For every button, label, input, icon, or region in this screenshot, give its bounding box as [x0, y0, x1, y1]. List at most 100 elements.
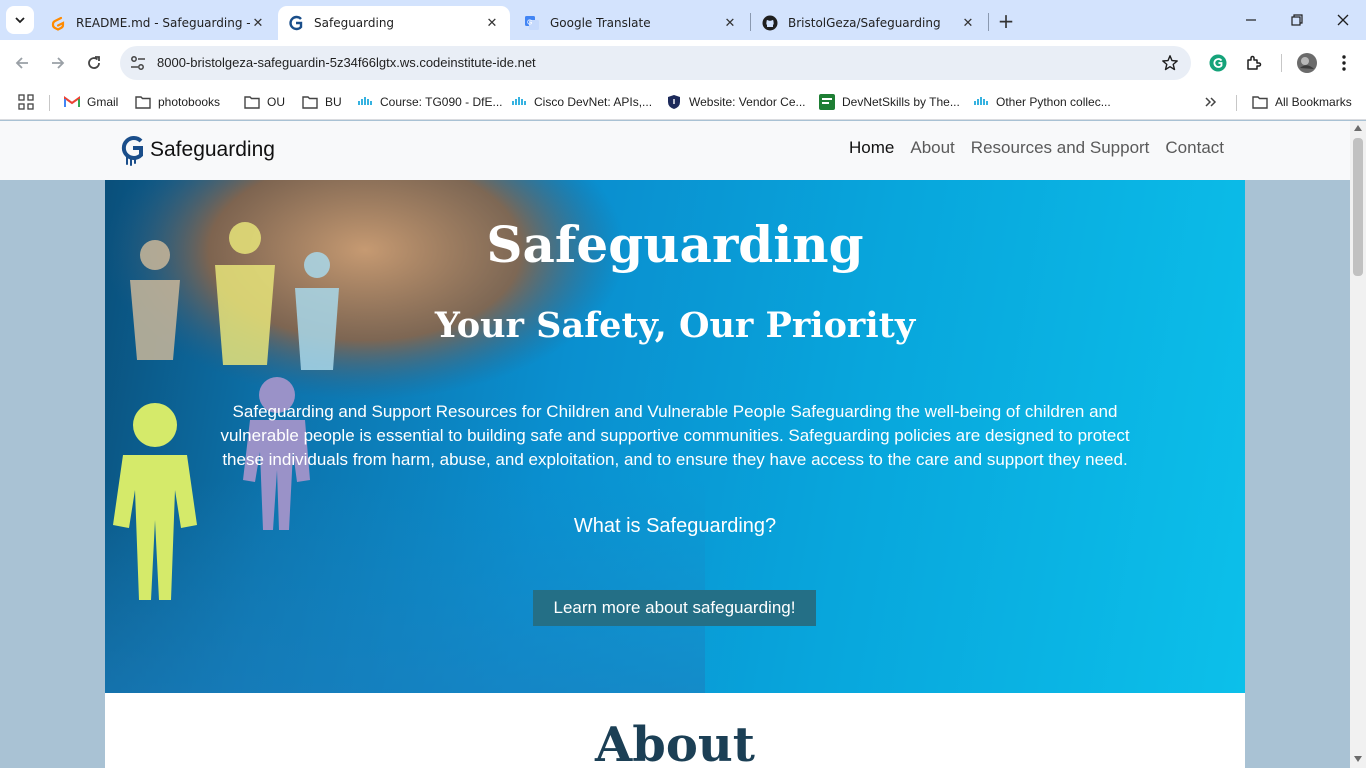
- apps-button[interactable]: [18, 92, 34, 112]
- about-heading: About: [595, 717, 755, 768]
- bookmark-ou[interactable]: OU: [244, 92, 285, 112]
- double-chevron-right-icon: [1205, 97, 1217, 107]
- tab-readme[interactable]: README.md - Safeguarding - G ✕: [40, 6, 276, 40]
- restore-icon: [1291, 14, 1303, 26]
- apps-grid-icon: [18, 94, 34, 110]
- bookmark-website-vendor[interactable]: Website: Vendor Ce...: [666, 92, 806, 112]
- scroll-down-arrow-icon[interactable]: [1354, 756, 1362, 762]
- hero-title: Safeguarding: [486, 215, 864, 274]
- all-bookmarks-label: All Bookmarks: [1275, 95, 1352, 109]
- tab-title: Safeguarding: [314, 16, 395, 30]
- url-text[interactable]: 8000-bristolgeza-safeguardin-5z34f66lgtx…: [157, 55, 536, 70]
- about-section: About: [105, 693, 1245, 768]
- tab-title: README.md - Safeguarding - G: [76, 16, 250, 30]
- tab-title: Google Translate: [550, 16, 651, 30]
- safeguarding-logo-icon: [121, 136, 143, 166]
- tab-github[interactable]: BristolGeza/Safeguarding ✕: [752, 6, 986, 40]
- nav-resources-and-support[interactable]: Resources and Support: [971, 138, 1150, 158]
- nav-home[interactable]: Home: [849, 138, 894, 158]
- bookmark-photobooks[interactable]: photobooks: [135, 92, 220, 112]
- folder-icon: [1252, 94, 1268, 110]
- bookmark-label: Cisco DevNet: APIs,...: [534, 95, 653, 109]
- tab-separator: [750, 13, 751, 31]
- bookmarks-separator: [49, 95, 50, 111]
- close-icon[interactable]: ✕: [250, 15, 266, 31]
- bookmark-label: BU: [325, 95, 342, 109]
- bookmark-devnetskills[interactable]: DevNetSkills by The...: [819, 92, 960, 112]
- bookmark-label: DevNetSkills by The...: [842, 95, 960, 109]
- grammarly-icon[interactable]: [1208, 53, 1228, 73]
- page-viewport: Safeguarding Home About Resources and Su…: [0, 121, 1366, 768]
- folder-icon: [302, 94, 318, 110]
- close-icon[interactable]: ✕: [722, 15, 738, 31]
- star-icon[interactable]: [1161, 54, 1179, 72]
- gmail-icon: [64, 94, 80, 110]
- new-tab-button[interactable]: +: [995, 9, 1017, 33]
- plus-icon: +: [997, 9, 1015, 33]
- bookmark-other-python[interactable]: Other Python collec...: [973, 92, 1111, 112]
- bookmark-label: photobooks: [158, 95, 221, 109]
- scrollbar-thumb[interactable]: [1353, 138, 1363, 276]
- bookmark-course[interactable]: Course: TG090 - DfE...: [357, 92, 503, 112]
- devnetskills-icon: [819, 94, 835, 110]
- chevron-down-icon: [15, 17, 25, 24]
- nav-contact[interactable]: Contact: [1165, 138, 1224, 158]
- tab-search-button[interactable]: [6, 6, 34, 34]
- learn-more-button[interactable]: Learn more about safeguarding!: [533, 590, 816, 626]
- arrow-left-icon: [15, 57, 28, 69]
- toolbar-divider: [1281, 54, 1282, 72]
- extensions-icon[interactable]: [1244, 53, 1264, 73]
- scroll-up-arrow-icon[interactable]: [1354, 125, 1362, 131]
- bookmark-label: Website: Vendor Ce...: [689, 95, 806, 109]
- minimize-icon: [1246, 19, 1256, 21]
- brand-name: Safeguarding: [150, 138, 275, 161]
- main-menu: Home About Resources and Support Contact: [849, 138, 1224, 158]
- shield-icon: [666, 94, 682, 110]
- back-button[interactable]: [9, 50, 35, 76]
- bookmark-gmail[interactable]: Gmail: [64, 92, 118, 112]
- menu-kebab-icon[interactable]: [1334, 53, 1354, 73]
- bookmark-label: OU: [267, 95, 285, 109]
- bookmark-bu[interactable]: BU: [302, 92, 342, 112]
- arrow-right-icon: [52, 57, 65, 69]
- close-window-button[interactable]: [1320, 0, 1366, 40]
- site-info-icon[interactable]: [129, 54, 147, 72]
- more-bookmarks-button[interactable]: [1204, 92, 1218, 112]
- minimize-button[interactable]: [1228, 0, 1274, 40]
- bookmark-label: Other Python collec...: [996, 95, 1111, 109]
- restore-button[interactable]: [1274, 0, 1320, 40]
- site-navbar: Safeguarding Home About Resources and Su…: [0, 121, 1350, 180]
- cisco-icon: [973, 94, 989, 110]
- google-translate-icon: G: [524, 15, 540, 31]
- close-icon[interactable]: ✕: [484, 15, 500, 31]
- address-bar[interactable]: 8000-bristolgeza-safeguardin-5z34f66lgtx…: [120, 46, 1191, 80]
- close-icon[interactable]: ✕: [960, 15, 976, 31]
- bookmarks-bar: Gmail photobooks OU BU Course: TG090 - D…: [0, 85, 1366, 120]
- cisco-icon: [357, 94, 373, 110]
- reload-button[interactable]: [81, 50, 107, 76]
- gitpod-icon: [50, 15, 66, 31]
- nav-about[interactable]: About: [910, 138, 954, 158]
- profile-avatar[interactable]: [1297, 53, 1317, 73]
- tab-google-translate[interactable]: G Google Translate ✕: [514, 6, 748, 40]
- reload-icon: [88, 56, 100, 69]
- site-brand[interactable]: Safeguarding: [120, 133, 275, 167]
- hero-subtitle: Your Safety, Our Priority: [434, 305, 916, 346]
- bookmark-label: Course: TG090 - DfE...: [380, 95, 503, 109]
- folder-icon: [244, 94, 260, 110]
- bookmark-label: Gmail: [87, 95, 119, 109]
- bookmark-cisco-devnet[interactable]: Cisco DevNet: APIs,...: [511, 92, 652, 112]
- hero-section: Safeguarding Your Safety, Our Priority S…: [105, 180, 1245, 693]
- browser-toolbar: 8000-bristolgeza-safeguardin-5z34f66lgtx…: [0, 40, 1366, 85]
- safeguarding-favicon: [288, 15, 304, 31]
- tab-title: BristolGeza/Safeguarding: [788, 16, 941, 30]
- tab-strip: README.md - Safeguarding - G ✕ Safeguard…: [0, 0, 1366, 40]
- page-scrollbar[interactable]: [1350, 121, 1366, 768]
- github-icon: [762, 15, 778, 31]
- forward-button[interactable]: [45, 50, 71, 76]
- tab-safeguarding[interactable]: Safeguarding ✕: [278, 6, 510, 40]
- tab-separator: [988, 13, 989, 31]
- close-icon: [1337, 14, 1349, 26]
- all-bookmarks-button[interactable]: All Bookmarks: [1252, 92, 1352, 112]
- hero-question: What is Safeguarding?: [573, 515, 777, 537]
